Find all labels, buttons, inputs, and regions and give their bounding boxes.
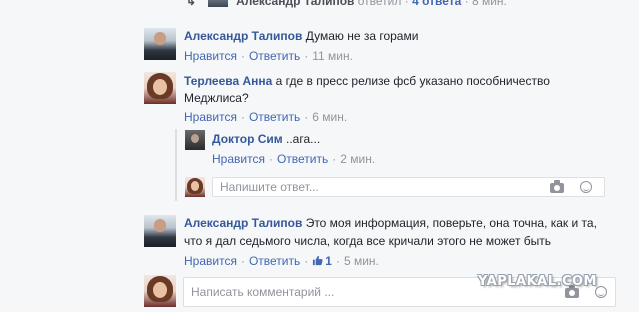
- comment-time[interactable]: 2 мин.: [340, 152, 375, 166]
- like-count[interactable]: 1: [312, 254, 332, 268]
- like-link[interactable]: Нравится: [212, 152, 265, 166]
- avatar[interactable]: [144, 28, 176, 60]
- avatar[interactable]: [185, 130, 205, 150]
- avatar: [144, 275, 176, 307]
- comment-time[interactable]: 5 мин.: [344, 254, 379, 268]
- comment-author[interactable]: Доктор Сим: [212, 132, 283, 146]
- comment-text: ..ага...: [286, 132, 321, 146]
- comment-time[interactable]: 6 мин.: [312, 110, 347, 124]
- thread-summary-action: ответил: [357, 0, 402, 8]
- comment-body: Доктор Сим ..ага...: [212, 131, 320, 147]
- separator: ·: [240, 49, 245, 63]
- comment-body: Александр Талипов Это моя информация, по…: [184, 215, 597, 231]
- separator: ·: [404, 0, 409, 8]
- separator: ·: [335, 254, 340, 268]
- comment-actions: Нравится · Ответить · 11 мин.: [184, 49, 353, 63]
- comment-body: Александр Талипов Думаю не за горами: [184, 28, 418, 44]
- thread-summary-time: 8 мин.: [471, 0, 507, 8]
- separator: ·: [304, 49, 309, 63]
- comment-text: а где в пресс релизе фсб указано пособни…: [275, 74, 550, 88]
- reply-link[interactable]: Ответить: [277, 152, 328, 166]
- avatar: [208, 0, 229, 7]
- camera-icon[interactable]: [565, 285, 579, 298]
- comment-text: Думаю не за горами: [305, 29, 419, 43]
- like-link[interactable]: Нравится: [184, 254, 237, 268]
- comment-text: Это моя информация, поверьте, она точна,…: [305, 216, 597, 230]
- watermark: YAPLAKAL.COM: [478, 274, 597, 289]
- comment-time[interactable]: 11 мин.: [312, 49, 353, 63]
- reply-link[interactable]: Ответить: [249, 49, 300, 63]
- comment-body: Терлеева Анна а где в пресс релизе фсб у…: [184, 73, 550, 89]
- comment-text-continued: Меджлиса?: [184, 91, 249, 105]
- avatar[interactable]: [144, 215, 176, 247]
- thread-summary-replies[interactable]: 4 ответа: [412, 0, 461, 8]
- avatar[interactable]: [144, 72, 176, 104]
- separator: ·: [332, 152, 337, 166]
- separator: ·: [464, 0, 469, 8]
- separator: ·: [268, 152, 273, 166]
- comment-author[interactable]: Александр Талипов: [184, 29, 302, 43]
- comment-actions: Нравится · Ответить · 6 мин.: [184, 110, 347, 124]
- thread-summary-author[interactable]: Александр Талипов: [236, 0, 354, 8]
- camera-icon[interactable]: [550, 180, 564, 193]
- comment-actions: Нравится · Ответить · 1 · 5 мин.: [184, 254, 379, 268]
- comment-author[interactable]: Александр Талипов: [184, 216, 302, 230]
- reply-arrow-icon: ↳: [186, 0, 197, 8]
- thread-divider: [175, 129, 177, 201]
- reply-input-placeholder: Напишите ответ...: [220, 180, 319, 194]
- like-link[interactable]: Нравится: [184, 49, 237, 63]
- reply-link[interactable]: Ответить: [249, 254, 300, 268]
- separator: ·: [240, 110, 245, 124]
- reply-input[interactable]: Напишите ответ...: [212, 177, 605, 197]
- avatar: [185, 177, 205, 197]
- comment-text-continued: что я дал седьмого числа, когда все крич…: [184, 234, 552, 248]
- comment-author[interactable]: Терлеева Анна: [184, 74, 272, 88]
- like-count-value: 1: [325, 254, 332, 268]
- comment-actions: Нравится · Ответить · 2 мин.: [212, 152, 375, 166]
- comment-input-placeholder: Написать комментарий ...: [191, 285, 335, 299]
- separator: ·: [304, 254, 309, 268]
- separator: ·: [304, 110, 309, 124]
- reply-link[interactable]: Ответить: [249, 110, 300, 124]
- thumbs-up-icon: [313, 255, 323, 266]
- smiley-icon[interactable]: [580, 181, 592, 193]
- like-link[interactable]: Нравится: [184, 110, 237, 124]
- thread-summary[interactable]: ↳ Александр Талипов ответил · 4 ответа · …: [186, 0, 507, 8]
- separator: ·: [240, 254, 245, 268]
